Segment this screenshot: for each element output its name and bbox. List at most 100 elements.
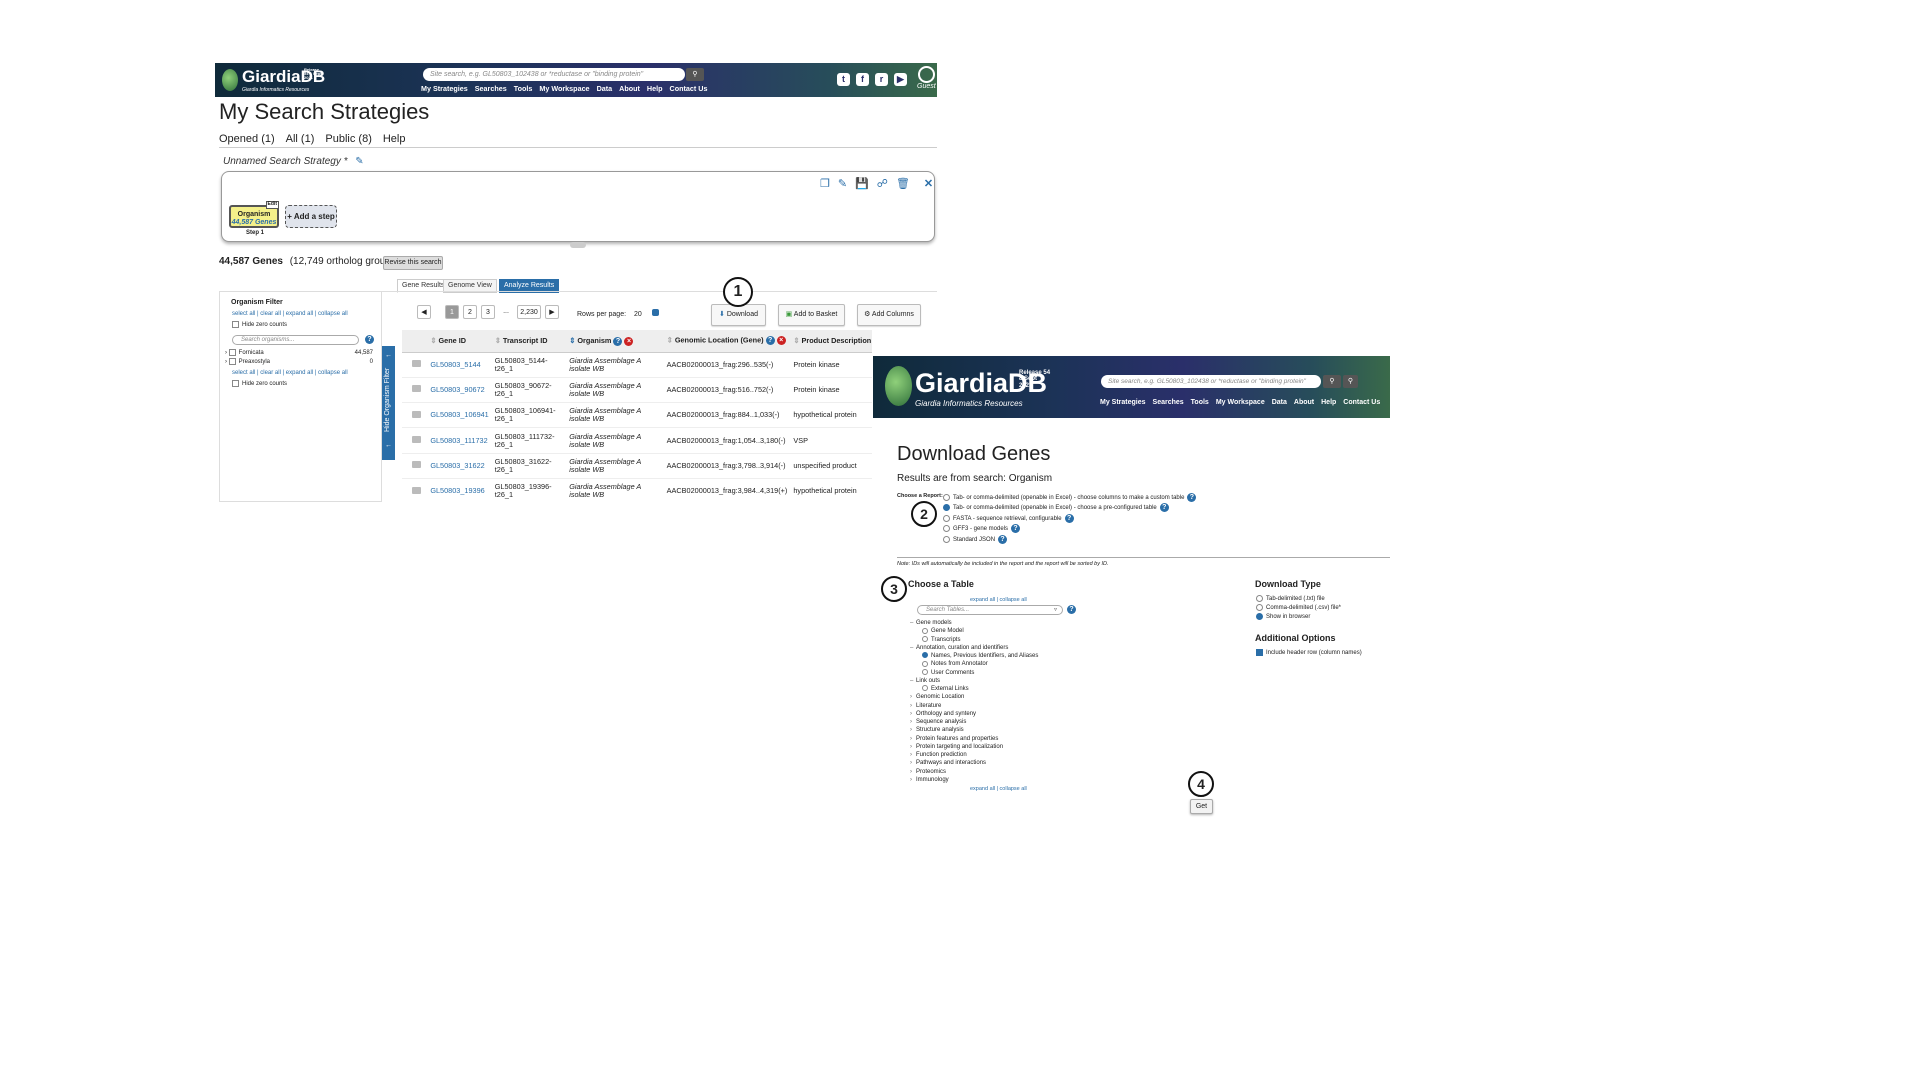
table-category[interactable]: › Sequence analysis bbox=[910, 718, 1038, 726]
basket-icon[interactable] bbox=[412, 385, 421, 393]
organism-header[interactable]: ⇕ Organism ? × bbox=[566, 330, 664, 353]
expand-collapse-bottom[interactable]: expand all | collapse all bbox=[970, 786, 1027, 792]
table-help-icon[interactable]: ? bbox=[1067, 605, 1076, 614]
table-category[interactable]: › Immunology bbox=[910, 776, 1038, 784]
download-type-option[interactable]: Comma-delimited (.csv) file* bbox=[1256, 604, 1341, 613]
table-option[interactable]: User Comments bbox=[910, 668, 1038, 677]
table-category[interactable]: › Genomic Location bbox=[910, 693, 1038, 701]
table-radio[interactable] bbox=[922, 660, 928, 667]
organism-search-input[interactable]: Search organisms... bbox=[232, 335, 359, 345]
report-option[interactable]: Tab- or comma-delimited (openable in Exc… bbox=[943, 503, 1196, 513]
nav-item[interactable]: About bbox=[1294, 399, 1314, 406]
reddit-icon[interactable]: r bbox=[875, 73, 888, 86]
include-header-option[interactable]: Include header row (column names) bbox=[1256, 647, 1362, 660]
left-search-button[interactable]: ⚲ bbox=[686, 68, 704, 81]
left-site-search-input[interactable]: Site search, e.g. GL50803_102438 or *red… bbox=[423, 68, 685, 81]
table-option[interactable]: Transcripts bbox=[910, 635, 1038, 644]
strategy-tab[interactable]: Help bbox=[383, 133, 406, 145]
table-radio[interactable] bbox=[922, 668, 928, 675]
search-tables-input[interactable]: Search Tables... ▿ bbox=[917, 605, 1063, 615]
basket-icon[interactable] bbox=[412, 486, 421, 494]
gene-id-link[interactable]: GL50803_106941 bbox=[427, 402, 492, 429]
table-category[interactable]: – Annotation, curation and identifiers bbox=[910, 644, 1038, 652]
gene-id-link[interactable]: GL50803_5144 bbox=[427, 352, 492, 378]
help-icon[interactable]: ? bbox=[1159, 503, 1169, 513]
organism-item[interactable]: › Fornicata 44,587 bbox=[225, 349, 373, 358]
report-radio[interactable] bbox=[943, 525, 950, 533]
expand-collapse-top[interactable]: expand all | collapse all bbox=[970, 597, 1027, 603]
basket-cell[interactable] bbox=[402, 427, 428, 454]
basket-icon[interactable] bbox=[412, 360, 421, 368]
help-icon[interactable]: ? bbox=[1064, 513, 1074, 523]
nav-item[interactable]: My Workspace bbox=[539, 84, 589, 93]
copy-icon[interactable]: ❐ bbox=[820, 177, 830, 190]
page-2[interactable]: 2 bbox=[463, 305, 477, 319]
nav-item[interactable]: Searches bbox=[475, 84, 507, 93]
table-category[interactable]: › Function prediction bbox=[910, 751, 1038, 759]
gene-id-link[interactable]: GL50803_31622 bbox=[427, 453, 492, 479]
report-radio[interactable] bbox=[943, 535, 950, 543]
help-icon[interactable]: ? bbox=[1011, 524, 1021, 534]
right-site-search-input[interactable]: Site search, e.g. GL50803_102438 or *red… bbox=[1101, 375, 1321, 388]
right-search-button[interactable]: ⚲ bbox=[1323, 375, 1341, 388]
table-category[interactable]: – Gene models bbox=[910, 619, 1038, 627]
basket-cell[interactable] bbox=[402, 402, 428, 429]
add-columns-button[interactable]: ⚙ Add Columns bbox=[857, 304, 921, 326]
nav-item[interactable]: Contact Us bbox=[1343, 399, 1380, 406]
report-radio[interactable] bbox=[943, 494, 950, 501]
get-button[interactable]: Get bbox=[1190, 799, 1213, 814]
panel-collapse-handle[interactable] bbox=[570, 242, 586, 248]
report-option[interactable]: Tab- or comma-delimited (openable in Exc… bbox=[943, 493, 1197, 503]
hide-zero-checkbox[interactable] bbox=[232, 380, 239, 387]
table-option[interactable]: Notes from Annotator bbox=[910, 660, 1038, 668]
basket-cell[interactable] bbox=[402, 453, 428, 479]
gene-id-link[interactable]: GL50803_90672 bbox=[427, 377, 492, 404]
hide-zero-top[interactable]: Hide zero counts bbox=[232, 321, 287, 328]
add-step-button[interactable]: + Add a step bbox=[285, 205, 337, 228]
include-header-checkbox[interactable] bbox=[1256, 648, 1263, 656]
strategy-tab[interactable]: Public (8) bbox=[325, 133, 371, 145]
nav-item[interactable]: Tools bbox=[514, 84, 533, 93]
table-option[interactable]: Gene Model bbox=[910, 627, 1038, 635]
report-option[interactable]: Standard JSON? bbox=[943, 534, 1196, 545]
organism-checkbox[interactable] bbox=[228, 358, 236, 366]
basket-icon[interactable] bbox=[412, 461, 421, 469]
table-option[interactable]: External Links bbox=[910, 685, 1038, 693]
table-radio[interactable] bbox=[922, 652, 928, 659]
step-1-box[interactable]: Organism 44,587 Genes Edit bbox=[229, 201, 279, 228]
strategy-tab[interactable]: Opened (1) bbox=[219, 133, 275, 145]
download-type-option[interactable]: Tab-delimited (.txt) file bbox=[1256, 595, 1341, 604]
location-header[interactable]: ⇕ Genomic Location (Gene) ? × bbox=[663, 330, 791, 353]
table-option[interactable]: Names, Previous Identifiers, and Aliases bbox=[910, 652, 1038, 660]
page-3[interactable]: 3 bbox=[481, 305, 495, 319]
table-radio[interactable] bbox=[922, 635, 928, 642]
strategy-name[interactable]: Unnamed Search Strategy * ✎ bbox=[223, 156, 364, 167]
filter-links-bottom[interactable]: select all | clear all | expand all | co… bbox=[232, 370, 348, 376]
nav-item[interactable]: Contact Us bbox=[670, 84, 708, 93]
nav-item[interactable]: Data bbox=[597, 84, 613, 93]
remove-column-icon[interactable]: × bbox=[624, 336, 634, 346]
help-icon[interactable]: ? bbox=[998, 534, 1008, 544]
download-button[interactable]: ⬇ Download bbox=[711, 304, 766, 326]
nav-item[interactable]: My Strategies bbox=[1100, 399, 1146, 406]
nav-item[interactable]: Searches bbox=[1153, 399, 1184, 406]
download-type-radio[interactable] bbox=[1256, 613, 1263, 621]
page-1[interactable]: 1 bbox=[445, 305, 459, 319]
download-type-option[interactable]: Show in browser bbox=[1256, 613, 1341, 622]
table-category[interactable]: › Protein features and properties bbox=[910, 735, 1038, 743]
hide-zero-checkbox[interactable] bbox=[232, 321, 239, 328]
step-edit-tag[interactable]: Edit bbox=[265, 201, 279, 209]
rows-per-page-select[interactable]: 20 bbox=[634, 311, 642, 318]
page-last[interactable]: 2,230 bbox=[517, 305, 541, 319]
report-option[interactable]: GFF3 - gene models? bbox=[943, 524, 1196, 534]
youtube-icon[interactable]: ▶ bbox=[894, 73, 907, 86]
table-category[interactable]: › Protein targeting and localization bbox=[910, 743, 1038, 751]
nav-item[interactable]: Data bbox=[1272, 399, 1287, 406]
nav-item[interactable]: My Workspace bbox=[1216, 399, 1265, 406]
product-header[interactable]: ⇕ Product Description ? × bbox=[790, 330, 872, 353]
gene-id-link[interactable]: GL50803_19396 bbox=[427, 478, 492, 502]
table-category[interactable]: › Literature bbox=[910, 702, 1038, 710]
nav-item[interactable]: Help bbox=[647, 84, 663, 93]
table-category[interactable]: – Link outs bbox=[910, 677, 1038, 685]
gene-id-link[interactable]: GL50803_111732 bbox=[427, 427, 492, 454]
